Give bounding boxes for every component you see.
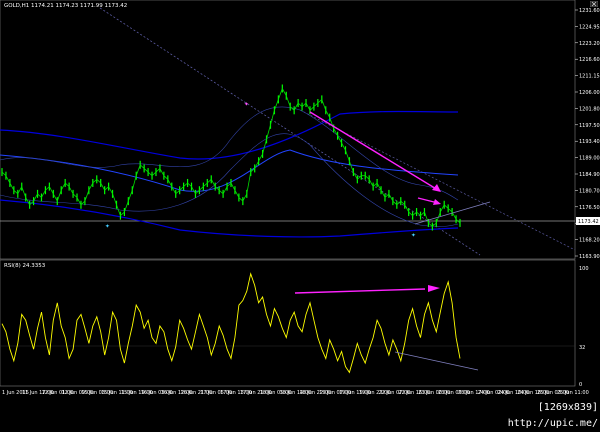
rsi-tick-label: 100 (579, 266, 589, 272)
rsi-axis: 100 32 0 (579, 266, 589, 388)
fractal-down-icon: ✦ (411, 230, 416, 239)
time-tick-label: 25 Jun 11:00 (557, 390, 589, 396)
price-tick-label: 1189.00 (579, 156, 600, 162)
rsi-header: RSI(8) 24.3353 (4, 263, 46, 269)
price-tick-label: 1197.50 (579, 123, 600, 129)
price-tick-label: 1168.20 (579, 238, 600, 244)
price-tick-label: 1180.70 (579, 188, 600, 194)
current-price-label: 1173.42 (578, 219, 599, 225)
rsi-panel[interactable]: RSI(8) 24.3353 (0, 259, 576, 387)
price-panel[interactable]: ✦ ✦ ✦ GOLD,H1 1174.21 1174.23 1171.99 11… (0, 0, 576, 260)
price-tick-label: 1224.95 (579, 24, 600, 30)
price-tick-label: 1163.90 (579, 254, 600, 260)
trading-chart[interactable]: ✦ ✦ ✦ GOLD,H1 1174.21 1174.23 1171.99 11… (0, 0, 600, 416)
price-tick-label: 1211.15 (579, 74, 600, 80)
price-tick-label: 1176.50 (579, 205, 600, 211)
price-tick-label: 1216.60 (579, 57, 600, 63)
price-tick-label: 1184.90 (579, 172, 600, 178)
close-icon[interactable] (590, 1, 598, 7)
price-tick-label: 1223.20 (579, 41, 600, 47)
fractal-up-icon: ✦ (244, 99, 249, 108)
time-axis: 1 Jun 201511 Jun 17:0012 Jun 01:0012 Jun… (2, 390, 589, 396)
rsi-tick-label: 0 (579, 382, 582, 388)
watermark: [1269x839] http://upic.me/ (444, 400, 600, 429)
price-tick-label: 1231.60 (579, 8, 600, 14)
rsi-tick-label: 32 (579, 345, 585, 351)
price-tick-label: 1193.40 (579, 139, 600, 145)
symbol-header: GOLD,H1 1174.21 1174.23 1171.99 1173.42 (4, 3, 127, 9)
price-tick-label: 1201.80 (579, 106, 600, 112)
fractal-down-icon: ✦ (105, 221, 110, 230)
price-tick-label: 1206.00 (579, 90, 600, 96)
